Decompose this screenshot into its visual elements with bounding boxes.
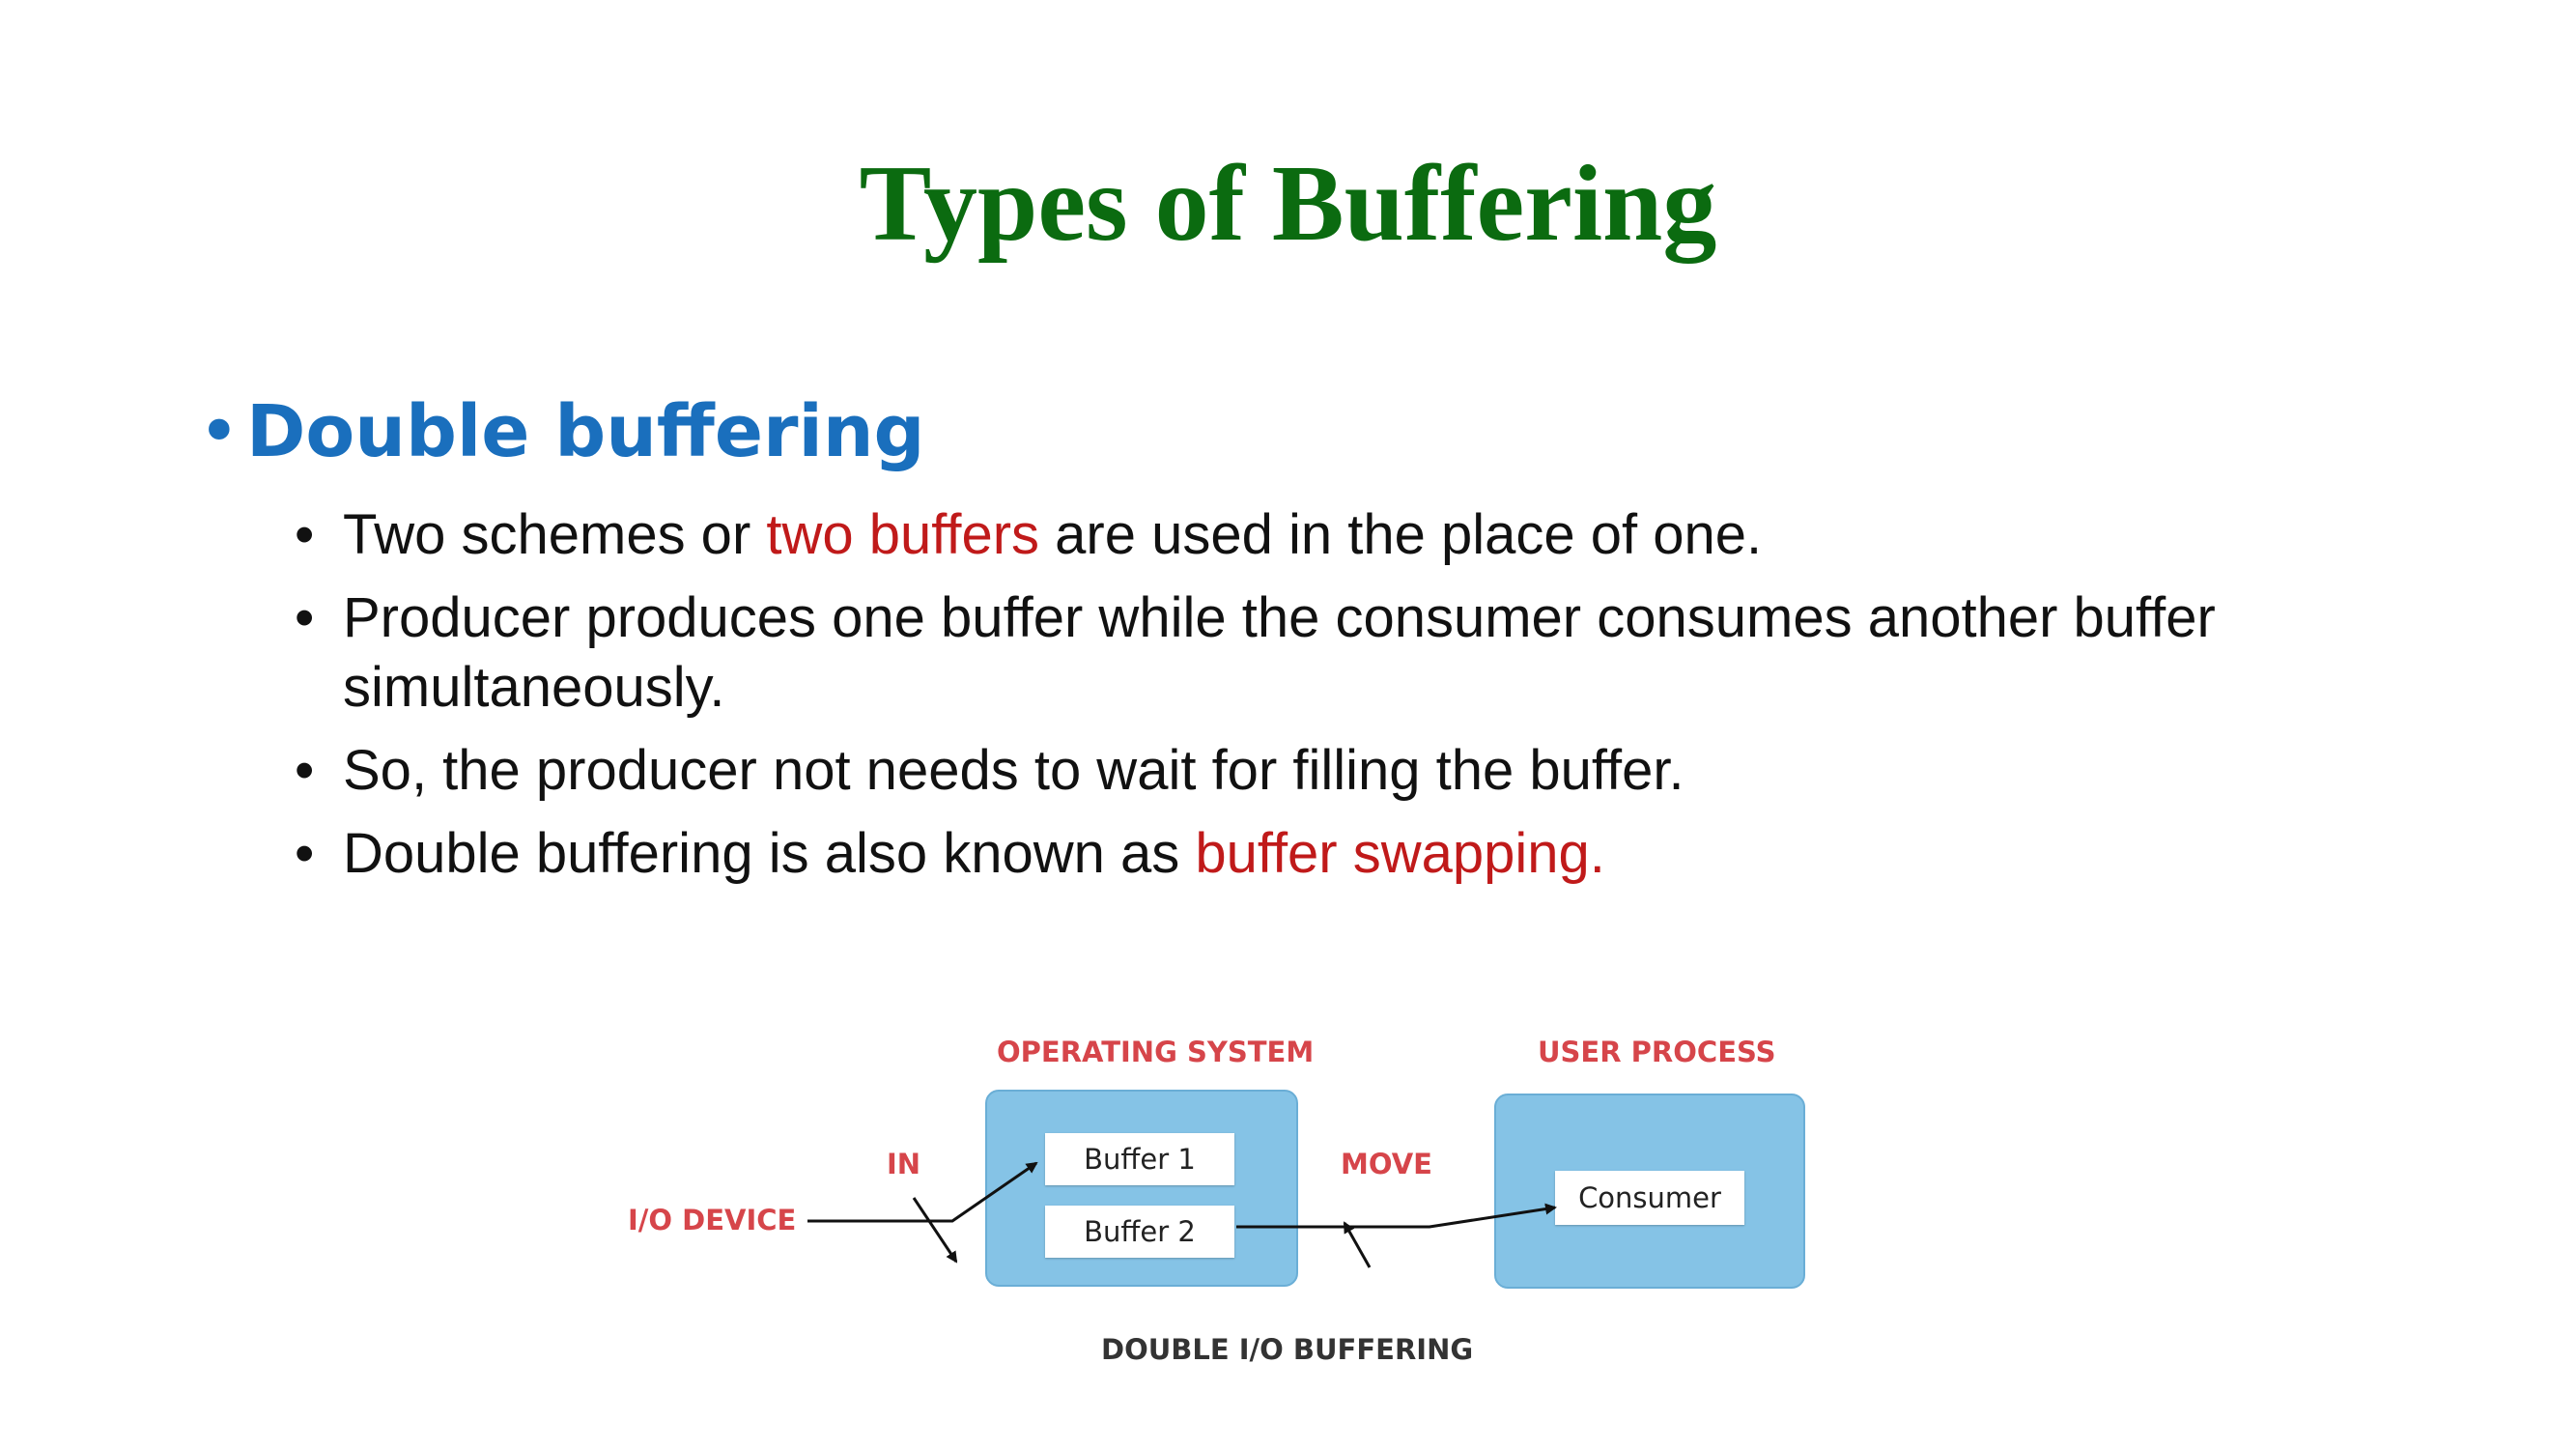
section-heading-text: Double buffering xyxy=(246,390,925,473)
list-item: Producer produces one buffer while the c… xyxy=(295,583,2468,723)
list-item: So, the producer not needs to wait for f… xyxy=(295,736,2468,806)
arrow-move-to-consumer xyxy=(1236,1203,1557,1229)
section-heading: •Double buffering xyxy=(198,396,925,468)
bullet-icon: • xyxy=(198,390,241,473)
arrow-in-down xyxy=(912,1197,958,1264)
arrow-move-up xyxy=(1343,1221,1372,1268)
highlight-text: buffer swapping. xyxy=(1195,822,1605,885)
double-buffering-diagram: OPERATING SYSTEM USER PROCESS Buffer 1 B… xyxy=(618,1024,1835,1391)
highlight-text: two buffers xyxy=(766,503,1040,566)
diagram-arrows xyxy=(807,1161,1557,1268)
list-item: Two schemes or two buffers are used in t… xyxy=(295,500,2468,570)
list-item: Double buffering is also known as buffer… xyxy=(295,819,2468,889)
slide-title: Types of Buffering xyxy=(859,144,1717,264)
bullet-list: Two schemes or two buffers are used in t… xyxy=(295,500,2468,902)
